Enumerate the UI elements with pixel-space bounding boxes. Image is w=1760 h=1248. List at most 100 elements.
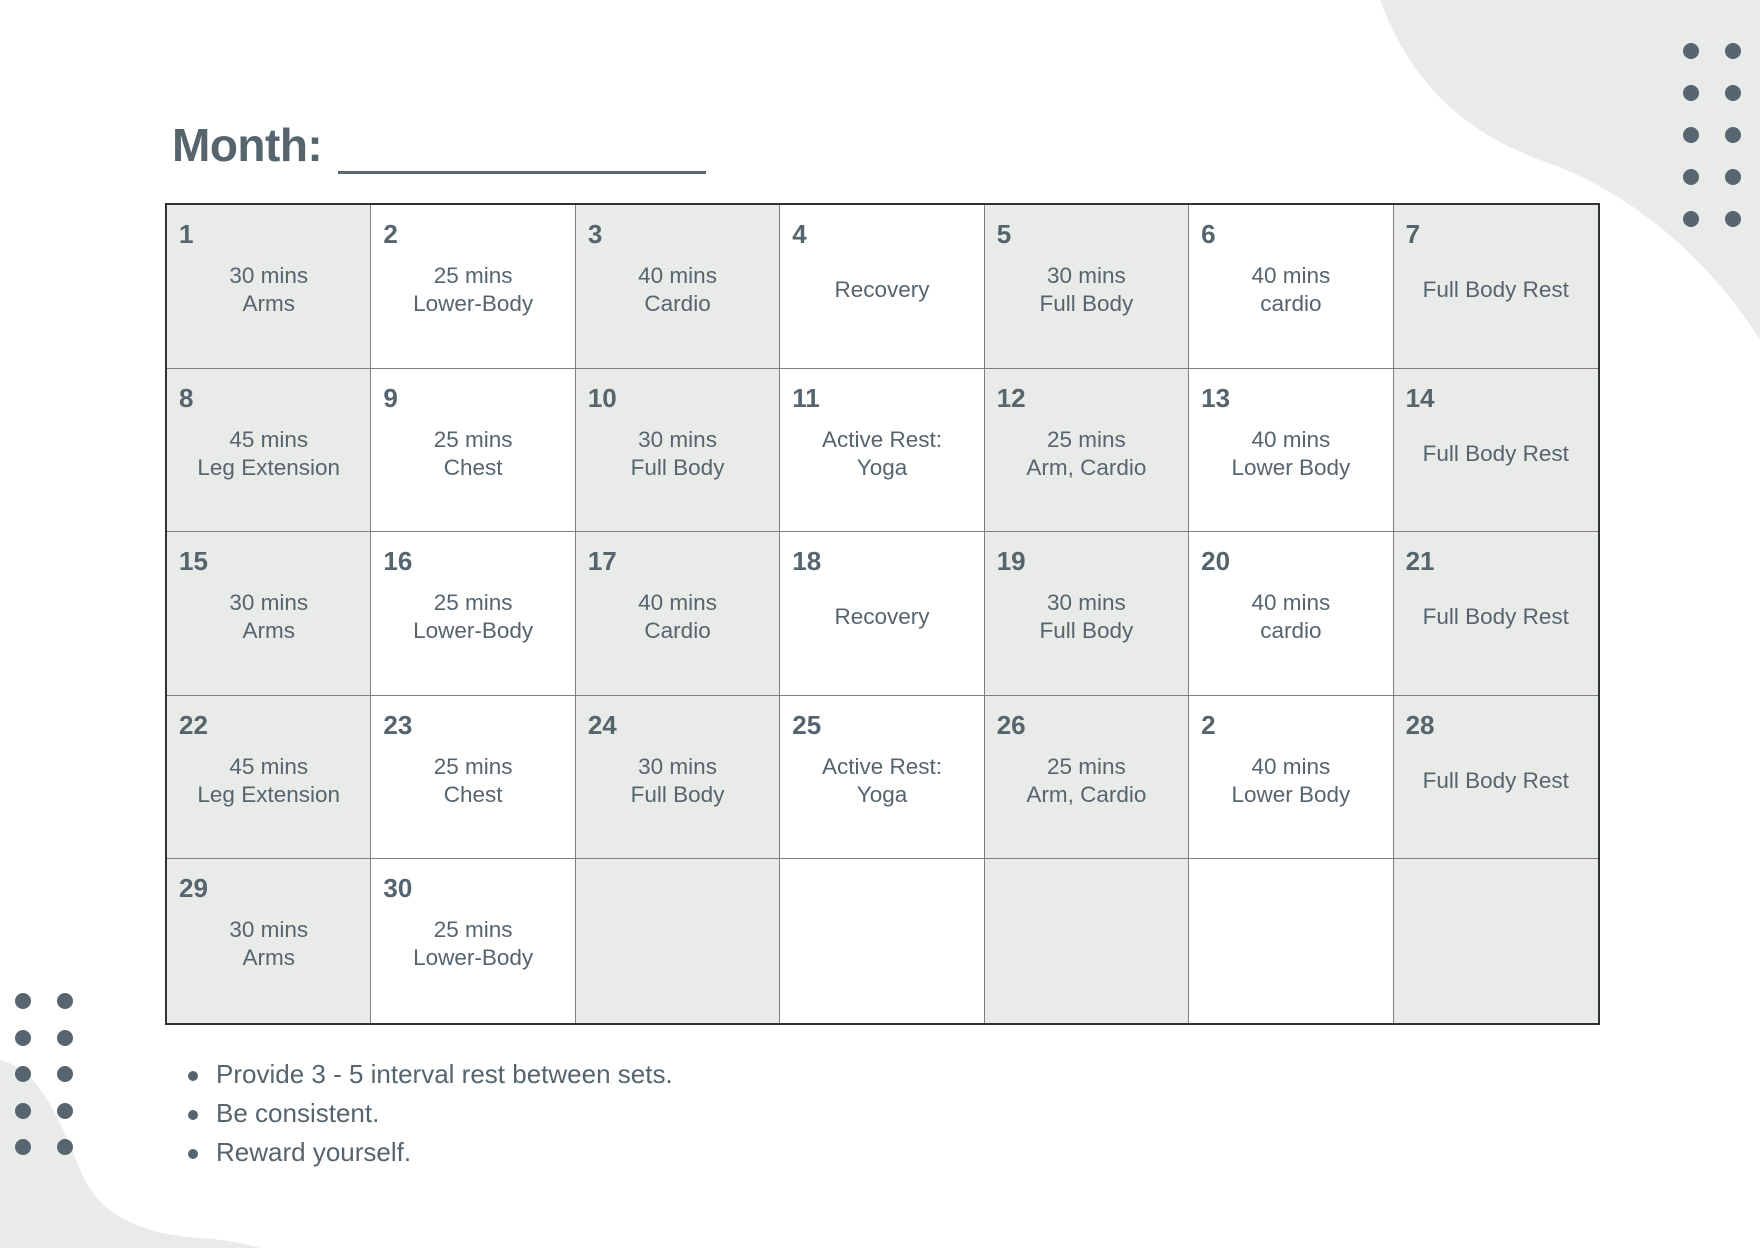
workout-description: 25 mins Lower-Body [371, 913, 574, 975]
workout-description: 25 mins Chest [371, 750, 574, 812]
workout-line: Active Rest: [821, 753, 943, 779]
workout-description: 25 mins Lower-Body [371, 259, 574, 321]
workout-line: cardio [1260, 291, 1322, 316]
workout-line: 40 mins [1251, 590, 1331, 616]
calendar-cell: 7 Full Body Rest [1393, 205, 1598, 369]
day-number: 3 [587, 219, 603, 249]
day-number: 19 [996, 546, 1026, 577]
workout-description: Full Body Rest [1394, 586, 1598, 648]
workout-line: 30 mins [1047, 263, 1126, 288]
workout-line: Arms [242, 291, 295, 316]
day-number: 20 [1201, 546, 1231, 577]
workout-line: Lower Body [1231, 781, 1351, 807]
workout-line: Full Body [1039, 618, 1134, 644]
calendar-cell: 28 Full Body Rest [1393, 695, 1598, 860]
calendar-cell: 15 30 mins Arms [167, 532, 372, 696]
calendar-cell: 20 40 mins cardio [1189, 532, 1394, 696]
workout-line: Full Body Rest [1422, 440, 1569, 466]
workout-description: 40 mins cardio [1189, 259, 1392, 321]
workout-line: Yoga [856, 781, 908, 807]
workout-description: 25 mins Chest [371, 423, 574, 485]
calendar-cell [575, 859, 781, 1023]
calendar-cell: 23 25 mins Chest [371, 695, 576, 860]
calendar-cell: 2 40 mins Lower Body [1189, 695, 1394, 860]
day-number: 22 [179, 709, 208, 740]
tips-list: Provide 3 - 5 interval rest between sets… [184, 1055, 673, 1172]
workout-line: Arm, Cardio [1026, 781, 1147, 807]
day-number: 9 [383, 382, 398, 413]
workout-line: 30 mins [229, 917, 309, 943]
workout-line: Lower-Body [413, 945, 534, 971]
calendar-cell: 18 Recovery [780, 532, 985, 696]
workout-description: 30 mins Full Body [985, 586, 1188, 648]
decorative-dots-bottom-left [15, 993, 73, 1155]
day-number: 26 [996, 709, 1026, 740]
workout-description: Recovery [780, 586, 983, 648]
day-number: 1 [179, 219, 194, 249]
workout-line: 25 mins [1047, 753, 1126, 779]
workout-line: 40 mins [638, 590, 717, 616]
day-number: 12 [996, 382, 1026, 413]
calendar-cell: 25 Active Rest: Yoga [780, 695, 985, 860]
workout-line: 25 mins [433, 917, 513, 943]
workout-line: Active Rest: [821, 426, 943, 452]
workout-line: Cardio [644, 618, 711, 644]
calendar-cell: 3 40 mins Cardio [575, 205, 781, 369]
workout-line: 45 mins [229, 426, 309, 452]
workout-line: 30 mins [229, 590, 309, 616]
workout-description: 40 mins cardio [1189, 586, 1392, 648]
day-number: 28 [1405, 709, 1435, 740]
workout-line: 40 mins [1251, 753, 1331, 779]
workout-line: Arm, Cardio [1026, 454, 1147, 480]
workout-description: Full Body Rest [1394, 423, 1598, 485]
calendar-cell: 10 30 mins Full Body [575, 368, 781, 533]
calendar-cell: 8 45 mins Leg Extension [167, 368, 372, 533]
day-number: 7 [1405, 219, 1421, 249]
calendar-cell: 26 25 mins Arm, Cardio [984, 695, 1190, 860]
calendar-cell [1189, 859, 1394, 1023]
day-number: 11 [792, 382, 820, 413]
workout-description: Full Body Rest [1394, 750, 1598, 812]
day-number: 23 [383, 709, 413, 740]
day-number: 6 [1201, 219, 1216, 249]
day-number: 2 [1201, 709, 1216, 740]
calendar-cell: 12 25 mins Arm, Cardio [984, 368, 1190, 533]
workout-description: Recovery [780, 259, 983, 321]
workout-line: 30 mins [638, 753, 717, 779]
tip-item: Provide 3 - 5 interval rest between sets… [184, 1055, 673, 1094]
workout-description: Active Rest: Yoga [780, 750, 983, 812]
day-number: 25 [792, 709, 822, 740]
calendar-cell [1393, 859, 1598, 1023]
day-number: 30 [383, 873, 413, 904]
workout-description: 25 mins Arm, Cardio [985, 750, 1188, 812]
month-input-line[interactable] [338, 171, 706, 174]
decorative-dots-top-right [1683, 43, 1741, 227]
workout-line: Yoga [856, 454, 908, 480]
workout-line: 30 mins [638, 426, 717, 452]
workout-description [985, 913, 1188, 975]
day-number: 29 [179, 873, 208, 904]
calendar-cell: 6 40 mins cardio [1189, 205, 1394, 369]
workout-description [576, 913, 779, 975]
day-number: 16 [383, 546, 413, 577]
day-number: 13 [1201, 382, 1231, 413]
calendar-cell: 11 Active Rest: Yoga [780, 368, 985, 533]
workout-description: 40 mins Lower Body [1189, 750, 1392, 812]
workout-description [1189, 913, 1392, 975]
day-number: 15 [179, 546, 208, 577]
workout-line: 30 mins [229, 263, 309, 288]
calendar-cell: 14 Full Body Rest [1393, 368, 1598, 533]
calendar-cell: 2 25 mins Lower-Body [371, 205, 576, 369]
calendar-cell: 21 Full Body Rest [1393, 532, 1598, 696]
calendar-cell: 13 40 mins Lower Body [1189, 368, 1394, 533]
workout-line: 25 mins [433, 263, 513, 288]
day-number: 10 [587, 382, 617, 413]
workout-line: Full Body [630, 454, 725, 480]
workout-line: Cardio [644, 291, 711, 316]
day-number: 8 [179, 382, 194, 413]
day-number: 14 [1405, 382, 1435, 413]
calendar-cell: 9 25 mins Chest [371, 368, 576, 533]
calendar-grid: 1 30 mins Arms 2 25 mins Lower-Body 3 40 mins Ca… [165, 203, 1600, 1025]
workout-line: Lower Body [1231, 454, 1351, 480]
calendar-cell: 5 30 mins Full Body [984, 205, 1190, 369]
